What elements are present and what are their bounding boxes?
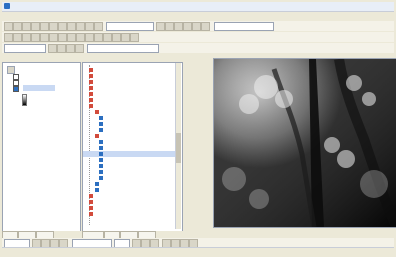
tools-toolbar xyxy=(2,32,394,42)
tool-icon xyxy=(99,140,103,144)
tool-icon xyxy=(99,122,103,126)
raster-legend-ramp xyxy=(22,94,27,106)
identify-icon[interactable] xyxy=(103,33,112,42)
folder-icon xyxy=(89,206,93,210)
tree-scroll-thumb[interactable] xyxy=(176,133,181,163)
cut-icon[interactable] xyxy=(40,22,49,31)
tool-icon xyxy=(95,188,99,192)
drawing-toolbar xyxy=(2,238,394,248)
layer-selected[interactable] xyxy=(23,85,55,91)
hyperlink-icon[interactable] xyxy=(130,33,139,42)
toolbar-icon-4[interactable] xyxy=(75,44,84,53)
pan-icon[interactable] xyxy=(22,33,31,42)
folder-icon xyxy=(89,86,93,90)
modelbuilder-icon[interactable] xyxy=(201,22,210,31)
raster-image xyxy=(214,59,396,227)
tree-scrollbar[interactable] xyxy=(175,63,181,229)
select-features-icon[interactable] xyxy=(76,33,85,42)
folder-icon xyxy=(95,134,99,138)
folder-icon xyxy=(89,194,93,198)
tool-icon xyxy=(99,128,103,132)
folder-icon xyxy=(89,98,93,102)
delete-icon[interactable] xyxy=(67,22,76,31)
folder-icon xyxy=(89,92,93,96)
tool-icon xyxy=(99,152,103,156)
folder-icon xyxy=(89,68,93,72)
toolbar-icon-3[interactable] xyxy=(66,44,75,53)
toolbar-dropdown[interactable] xyxy=(4,44,46,53)
fixed-zoom-in-icon[interactable] xyxy=(40,33,49,42)
new-document-icon[interactable] xyxy=(4,22,13,31)
zoom-out-icon[interactable] xyxy=(13,33,22,42)
menu-bar xyxy=(2,12,394,20)
tool-icon xyxy=(99,170,103,174)
measure-icon[interactable] xyxy=(121,33,130,42)
scale-select[interactable] xyxy=(106,22,154,31)
table-of-contents xyxy=(2,62,81,232)
app-icon xyxy=(4,3,10,9)
georeferencing-toolbar xyxy=(2,43,394,53)
zoom-in-icon[interactable] xyxy=(4,33,13,42)
middle-tabs xyxy=(82,231,183,239)
toolbox-icon[interactable] xyxy=(183,22,192,31)
layer-checkbox-3[interactable] xyxy=(13,86,19,92)
tool-icon xyxy=(99,176,103,180)
tool-icon xyxy=(95,182,99,186)
folder-icon xyxy=(89,200,93,204)
toolbar-icon-1[interactable] xyxy=(48,44,57,53)
app-window xyxy=(0,0,396,257)
map-view[interactable] xyxy=(213,58,396,228)
layer-select[interactable] xyxy=(214,22,274,31)
back-extent-icon[interactable] xyxy=(58,33,67,42)
folder-icon xyxy=(95,110,99,114)
tool-icon xyxy=(99,158,103,162)
folder-icon xyxy=(89,212,93,216)
find-icon[interactable] xyxy=(112,33,121,42)
fixed-zoom-out-icon[interactable] xyxy=(49,33,58,42)
folder-icon xyxy=(89,74,93,78)
select-elements-icon[interactable] xyxy=(94,33,103,42)
title-bar xyxy=(2,2,394,12)
save-icon[interactable] xyxy=(22,22,31,31)
add-data-icon[interactable] xyxy=(94,22,103,31)
toc-tabs xyxy=(2,231,81,239)
tool-icon xyxy=(99,146,103,150)
catalog-icon[interactable] xyxy=(165,22,174,31)
tool-icon xyxy=(99,164,103,168)
python-icon[interactable] xyxy=(192,22,201,31)
tool-icon xyxy=(99,116,103,120)
folder-icon xyxy=(89,80,93,84)
undo-icon[interactable] xyxy=(76,22,85,31)
editor-icon[interactable] xyxy=(156,22,165,31)
paste-icon[interactable] xyxy=(58,22,67,31)
layers-icon xyxy=(7,66,15,74)
toolbox-tree xyxy=(82,62,183,232)
status-bar xyxy=(2,247,394,256)
redo-icon[interactable] xyxy=(85,22,94,31)
clear-selection-icon[interactable] xyxy=(85,33,94,42)
raster-select[interactable] xyxy=(87,44,159,53)
standard-toolbar xyxy=(2,21,394,31)
folder-icon xyxy=(89,104,93,108)
forward-extent-icon[interactable] xyxy=(67,33,76,42)
search-window-icon[interactable] xyxy=(174,22,183,31)
toolbar-icon-2[interactable] xyxy=(57,44,66,53)
print-icon[interactable] xyxy=(31,22,40,31)
open-icon[interactable] xyxy=(13,22,22,31)
copy-icon[interactable] xyxy=(49,22,58,31)
full-extent-icon[interactable] xyxy=(31,33,40,42)
